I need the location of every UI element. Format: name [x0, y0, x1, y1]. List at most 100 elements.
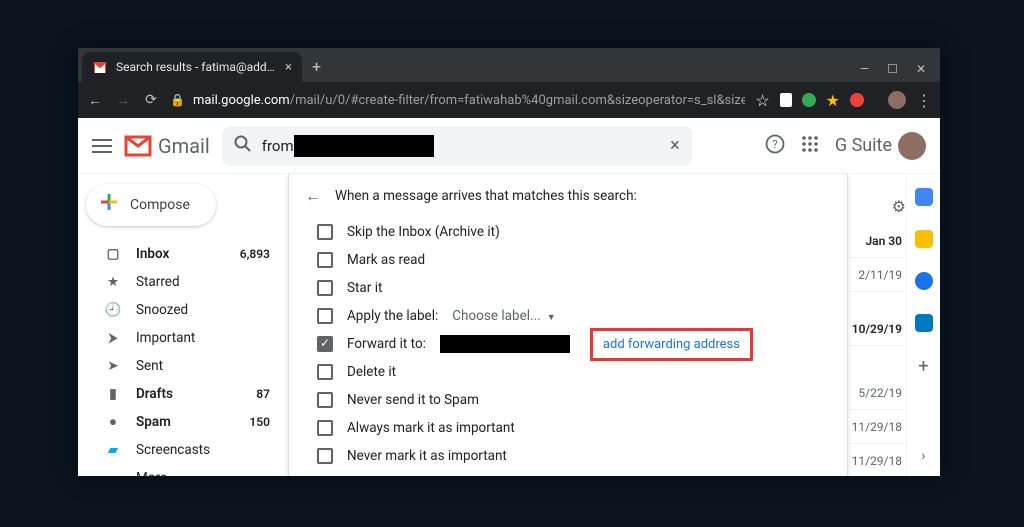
clear-search-icon[interactable]: ×	[670, 135, 680, 156]
checkbox[interactable]	[317, 364, 333, 380]
profile-avatar[interactable]	[898, 132, 926, 160]
message-date: 11/29/18	[848, 444, 906, 476]
lock-icon: 🔒	[170, 93, 185, 107]
sidebar-item-label: Snoozed	[136, 302, 188, 318]
label-icon: ▰	[104, 442, 122, 458]
sidebar-item-spam[interactable]: ● Spam 150	[86, 408, 280, 436]
calendar-addon-icon[interactable]	[915, 188, 933, 206]
sidebar-item-label: Sent	[136, 358, 163, 374]
checkbox[interactable]	[317, 252, 333, 268]
sidebar-item-label: Spam	[136, 414, 171, 430]
filter-option-label: Always mark it as important	[347, 420, 515, 436]
filter-option-skip-inbox[interactable]: Skip the Inbox (Archive it)	[289, 218, 847, 246]
chrome-menu-icon[interactable]: ⋮	[916, 91, 932, 110]
file-icon: ▮	[104, 386, 122, 402]
message-date: 11/29/18	[848, 410, 906, 444]
gmail-logo-icon	[124, 135, 152, 157]
close-window-button[interactable]: ✕	[916, 62, 926, 76]
keep-addon-icon[interactable]	[915, 230, 933, 248]
settings-gear-icon[interactable]: ⚙	[892, 197, 906, 216]
filter-option-label: Skip the Inbox (Archive it)	[347, 224, 500, 240]
side-panel: + ›	[906, 174, 940, 476]
filter-option-forward[interactable]: Forward it to: add forwarding address	[289, 330, 847, 358]
new-tab-button[interactable]: +	[302, 57, 331, 82]
filter-option-categorize[interactable]: Categorize as: Choose category...▼	[289, 470, 847, 476]
checkbox[interactable]	[317, 308, 333, 324]
filter-option-label: Never mark it as important	[347, 448, 507, 464]
sidebar-item-drafts[interactable]: ▮ Drafts 87	[86, 380, 280, 408]
checkbox-checked[interactable]	[317, 336, 333, 352]
gsuite-badge: G Suite	[835, 132, 926, 160]
chrome-profile-avatar[interactable]	[888, 91, 906, 109]
filter-option-delete[interactable]: Delete it	[289, 358, 847, 386]
message-date: Jan 30	[848, 224, 906, 258]
checkbox[interactable]	[317, 224, 333, 240]
filter-option-mark-read[interactable]: Mark as read	[289, 246, 847, 274]
sidebar-item-label: Inbox	[136, 246, 169, 262]
sidebar-item-screencasts[interactable]: ▰ Screencasts	[86, 436, 280, 464]
search-box[interactable]: from ×	[222, 126, 692, 166]
trello-addon-icon[interactable]	[915, 314, 933, 332]
extension-icon[interactable]	[802, 93, 816, 107]
url-host: mail.google.com	[193, 93, 290, 108]
sidebar-item-more[interactable]: ⌄ More	[86, 464, 280, 476]
apps-grid-icon[interactable]	[801, 135, 819, 157]
filter-option-label: Delete it	[347, 364, 396, 380]
back-arrow-icon[interactable]: ←	[305, 186, 321, 206]
checkbox[interactable]	[317, 420, 333, 436]
search-input[interactable]: from	[262, 135, 660, 157]
extension-icon[interactable]: ★	[826, 91, 840, 110]
gmail-logo-text: Gmail	[158, 134, 210, 158]
window-controls: — ☐ ✕	[846, 62, 940, 82]
back-button[interactable]: ←	[86, 92, 104, 109]
sidebar-item-label: Important	[136, 330, 195, 346]
checkbox[interactable]	[317, 448, 333, 464]
close-tab-icon[interactable]: ×	[285, 60, 292, 75]
sidebar-item-inbox[interactable]: ▢ Inbox 6,893	[86, 240, 280, 268]
gmail-header: Gmail from × ? G Suite	[78, 118, 940, 174]
extension-icon[interactable]	[850, 93, 864, 107]
label-dropdown[interactable]: Choose label...▼	[452, 308, 555, 324]
sidebar-item-snoozed[interactable]: 🕘 Snoozed	[86, 296, 280, 324]
gmail-logo[interactable]: Gmail	[124, 134, 210, 158]
extensions: ★ ⋮	[780, 91, 932, 110]
sidebar-item-label: More	[136, 470, 167, 476]
checkbox[interactable]	[317, 280, 333, 296]
star-icon: ★	[104, 274, 122, 290]
support-icon[interactable]: ?	[765, 134, 785, 158]
compose-label: Compose	[130, 197, 190, 213]
sidebar-item-important[interactable]: ⮞ Important	[86, 324, 280, 352]
inbox-icon: ▢	[104, 246, 122, 262]
collapse-panel-icon[interactable]: ›	[921, 448, 925, 464]
browser-tab[interactable]: Search results - fatima@addicti ×	[82, 52, 302, 82]
redacted-search-text	[294, 135, 434, 157]
add-forwarding-address-link[interactable]: add forwarding address	[590, 328, 753, 361]
maximize-button[interactable]: ☐	[887, 62, 898, 76]
filter-option-label: Mark as read	[347, 252, 425, 268]
omnibox[interactable]: 🔒 mail.google.com/mail/u/0/#create-filte…	[170, 93, 745, 108]
bookmark-star-icon[interactable]: ☆	[755, 91, 769, 110]
caret-down-icon: ▼	[547, 313, 556, 323]
gmail-app: Gmail from × ? G Suite	[78, 118, 940, 476]
compose-button[interactable]: Compose	[86, 184, 216, 226]
filter-option-apply-label[interactable]: Apply the label: Choose label...▼	[289, 302, 847, 330]
tasks-addon-icon[interactable]	[915, 272, 933, 290]
filter-option-always-important[interactable]: Always mark it as important	[289, 414, 847, 442]
filter-option-never-important[interactable]: Never mark it as important	[289, 442, 847, 470]
filter-option-star[interactable]: Star it	[289, 274, 847, 302]
sidebar-item-label: Starred	[136, 274, 180, 290]
main-menu-icon[interactable]	[92, 139, 112, 153]
filter-option-never-spam[interactable]: Never send it to Spam	[289, 386, 847, 414]
forward-button[interactable]: →	[114, 92, 132, 109]
sidebar-item-sent[interactable]: ➤ Sent	[86, 352, 280, 380]
sidebar-item-label: Drafts	[136, 386, 173, 402]
add-addon-icon[interactable]: +	[918, 356, 928, 377]
extension-icon[interactable]	[780, 93, 792, 107]
sidebar-item-count: 150	[249, 415, 270, 429]
sidebar-item-starred[interactable]: ★ Starred	[86, 268, 280, 296]
message-date: 5/22/19	[848, 376, 906, 410]
message-date: 10/29/19	[848, 312, 906, 346]
checkbox[interactable]	[317, 392, 333, 408]
minimize-button[interactable]: —	[860, 62, 869, 76]
reload-button[interactable]: ⟳	[142, 92, 160, 108]
